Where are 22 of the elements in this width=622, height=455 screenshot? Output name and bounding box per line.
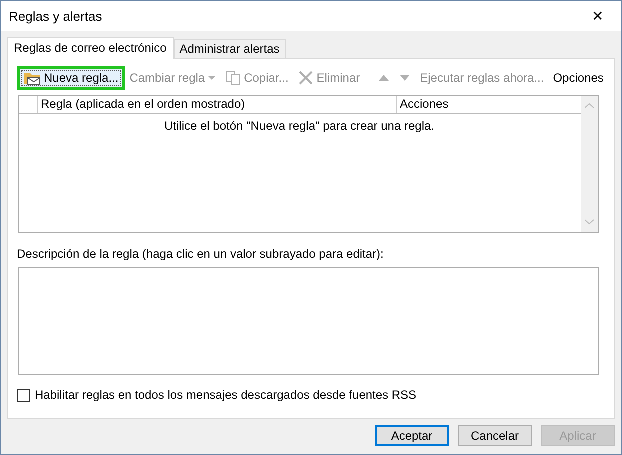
tab[interactable]: Reglas de correo electrónico	[7, 37, 174, 59]
up-arrow-icon	[378, 73, 390, 83]
delete-icon	[298, 70, 314, 86]
down-arrow-icon	[399, 73, 412, 83]
toolbar-button[interactable]: Opciones	[549, 66, 608, 90]
column-header[interactable]: Acciones	[397, 96, 580, 113]
close-button[interactable]: ✕	[575, 1, 621, 31]
dialog-button[interactable]: Aceptar	[375, 425, 449, 446]
scroll-up-icon	[585, 103, 594, 109]
column-header[interactable]: Regla (aplicada en el orden mostrado)	[38, 96, 397, 113]
checkbox-label: Habilitar reglas en todos los mensajes descargados desde fuentes RSS	[35, 388, 417, 402]
caret-icon	[208, 76, 216, 80]
empty-message: Utilice el botón "Nueva regla" para crear una regla.	[164, 118, 436, 133]
copy-icon	[225, 70, 242, 86]
window-title: Reglas y alertas	[9, 8, 102, 24]
tab[interactable]: Administrar alertas	[174, 39, 286, 58]
description-label: Descripción de la regla (haga clic en un valor subrayado para editar):	[17, 247, 385, 261]
folder-icon	[23, 70, 41, 86]
checkbox[interactable]	[17, 388, 30, 402]
scroll-down-icon	[585, 219, 594, 225]
toolbar-button[interactable]: Nueva regla...	[17, 66, 125, 90]
dialog-button[interactable]: Cancelar	[458, 425, 532, 446]
